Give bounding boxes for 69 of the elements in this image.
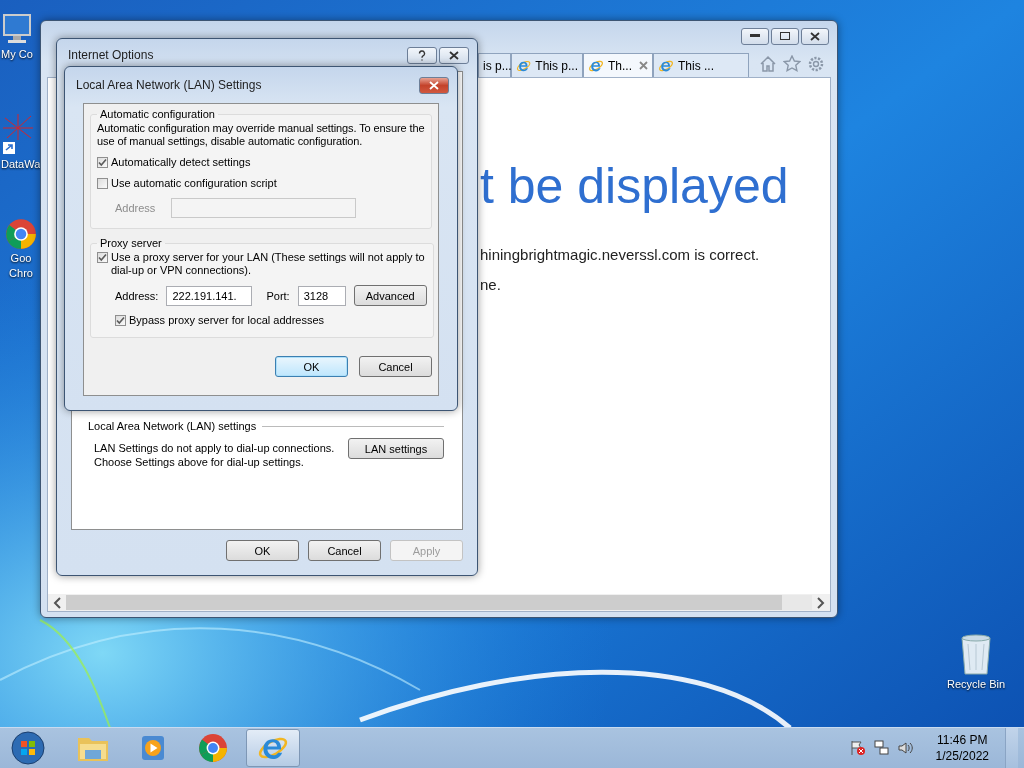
desktop-icon-label[interactable]: Chro xyxy=(9,267,33,280)
group-title: Proxy server xyxy=(99,237,163,249)
chrome-icon xyxy=(198,733,228,763)
browser-tab[interactable]: Th... xyxy=(583,53,653,77)
field-label: Address xyxy=(115,202,156,214)
media-player-icon xyxy=(140,734,166,762)
maximize-button[interactable] xyxy=(771,27,799,45)
info-text: LAN Settings do not apply to dial-up connections. xyxy=(94,441,335,455)
port-field[interactable]: 3128 xyxy=(297,285,346,306)
taskbar-app[interactable] xyxy=(246,729,300,767)
scroll-right-icon[interactable] xyxy=(816,596,826,609)
description-text: Automatic configuration may override manual settings. To ensure the use of manual settings, disable automatic configuration. xyxy=(97,122,425,148)
minimize-icon xyxy=(750,34,760,38)
dialog-button[interactable]: Cancel xyxy=(359,356,432,377)
checkbox[interactable] xyxy=(97,157,108,168)
close-icon xyxy=(810,31,820,41)
volume-icon[interactable] xyxy=(897,740,914,756)
browser-tab[interactable]: This p... xyxy=(511,53,583,77)
checkbox-label: Use automatic configuration script xyxy=(111,177,277,190)
dialog-button[interactable]: OK xyxy=(275,356,348,377)
desktop-icon-label[interactable]: Goo xyxy=(10,252,32,265)
horizontal-scrollbar[interactable] xyxy=(66,595,812,610)
lan-settings-button[interactable]: LAN settings xyxy=(348,438,444,459)
desktop-icon-label[interactable]: Recycle Bin xyxy=(946,678,1006,691)
error-text: hiningbrightmagic.neverssl.com is correct. xyxy=(480,246,761,264)
clock-date[interactable]: 1/25/2022 xyxy=(935,748,989,764)
recycle-bin-icon xyxy=(958,632,994,676)
close-button[interactable] xyxy=(801,27,829,45)
chrome-icon xyxy=(5,218,37,250)
minimize-button[interactable] xyxy=(741,27,769,45)
checkbox[interactable] xyxy=(97,252,108,263)
checkbox-label: Bypass proxy server for local addresses xyxy=(129,314,325,327)
field-label: Port: xyxy=(266,289,290,302)
browser-tab[interactable]: This ... xyxy=(653,53,749,77)
network-graph-icon xyxy=(1,112,35,156)
maximize-icon xyxy=(780,32,790,40)
checkbox[interactable] xyxy=(97,178,108,189)
close-icon xyxy=(429,80,439,90)
window-title: Internet Options xyxy=(68,48,154,62)
dialog-title: Local Area Network (LAN) Settings xyxy=(76,78,262,92)
desktop-icon-label[interactable]: DataWa xyxy=(1,158,41,171)
group-title: Automatic configuration xyxy=(99,108,216,120)
checkbox-label: Automatically detect settings xyxy=(111,156,251,169)
close-icon xyxy=(449,50,459,60)
clock-time[interactable]: 11:46 PM xyxy=(937,732,988,748)
info-text: Choose Settings above for dial-up settings. xyxy=(94,455,305,469)
checkbox[interactable] xyxy=(115,315,126,326)
help-icon xyxy=(418,49,426,61)
dialog-button[interactable]: Cancel xyxy=(308,540,381,561)
close-icon[interactable] xyxy=(639,61,648,70)
flag-icon[interactable] xyxy=(849,740,866,756)
star-icon[interactable] xyxy=(783,55,801,73)
close-button[interactable] xyxy=(419,76,449,94)
desktop-icon-label[interactable]: My Co xyxy=(1,48,33,61)
close-button[interactable] xyxy=(439,46,469,64)
field-label: Address: xyxy=(115,289,159,302)
error-text: ne. xyxy=(480,276,502,294)
checkbox-label: Use a proxy server for your LAN (These settings will not apply to dial-up or VPN connections). xyxy=(111,251,426,277)
start-button[interactable] xyxy=(8,730,48,766)
group-title: Local Area Network (LAN) settings xyxy=(88,420,257,432)
error-heading: t be displayed xyxy=(480,158,790,214)
advanced-button[interactable]: Advanced xyxy=(353,285,427,306)
start-orb-icon xyxy=(11,731,45,765)
proxy-address-field[interactable]: 222.191.141. xyxy=(166,285,253,306)
dialog-button[interactable]: OK xyxy=(226,540,299,561)
browser-tab[interactable]: is p... xyxy=(478,53,511,77)
network-icon[interactable] xyxy=(873,740,890,756)
help-button[interactable] xyxy=(407,46,437,64)
scroll-left-icon[interactable] xyxy=(52,596,62,609)
